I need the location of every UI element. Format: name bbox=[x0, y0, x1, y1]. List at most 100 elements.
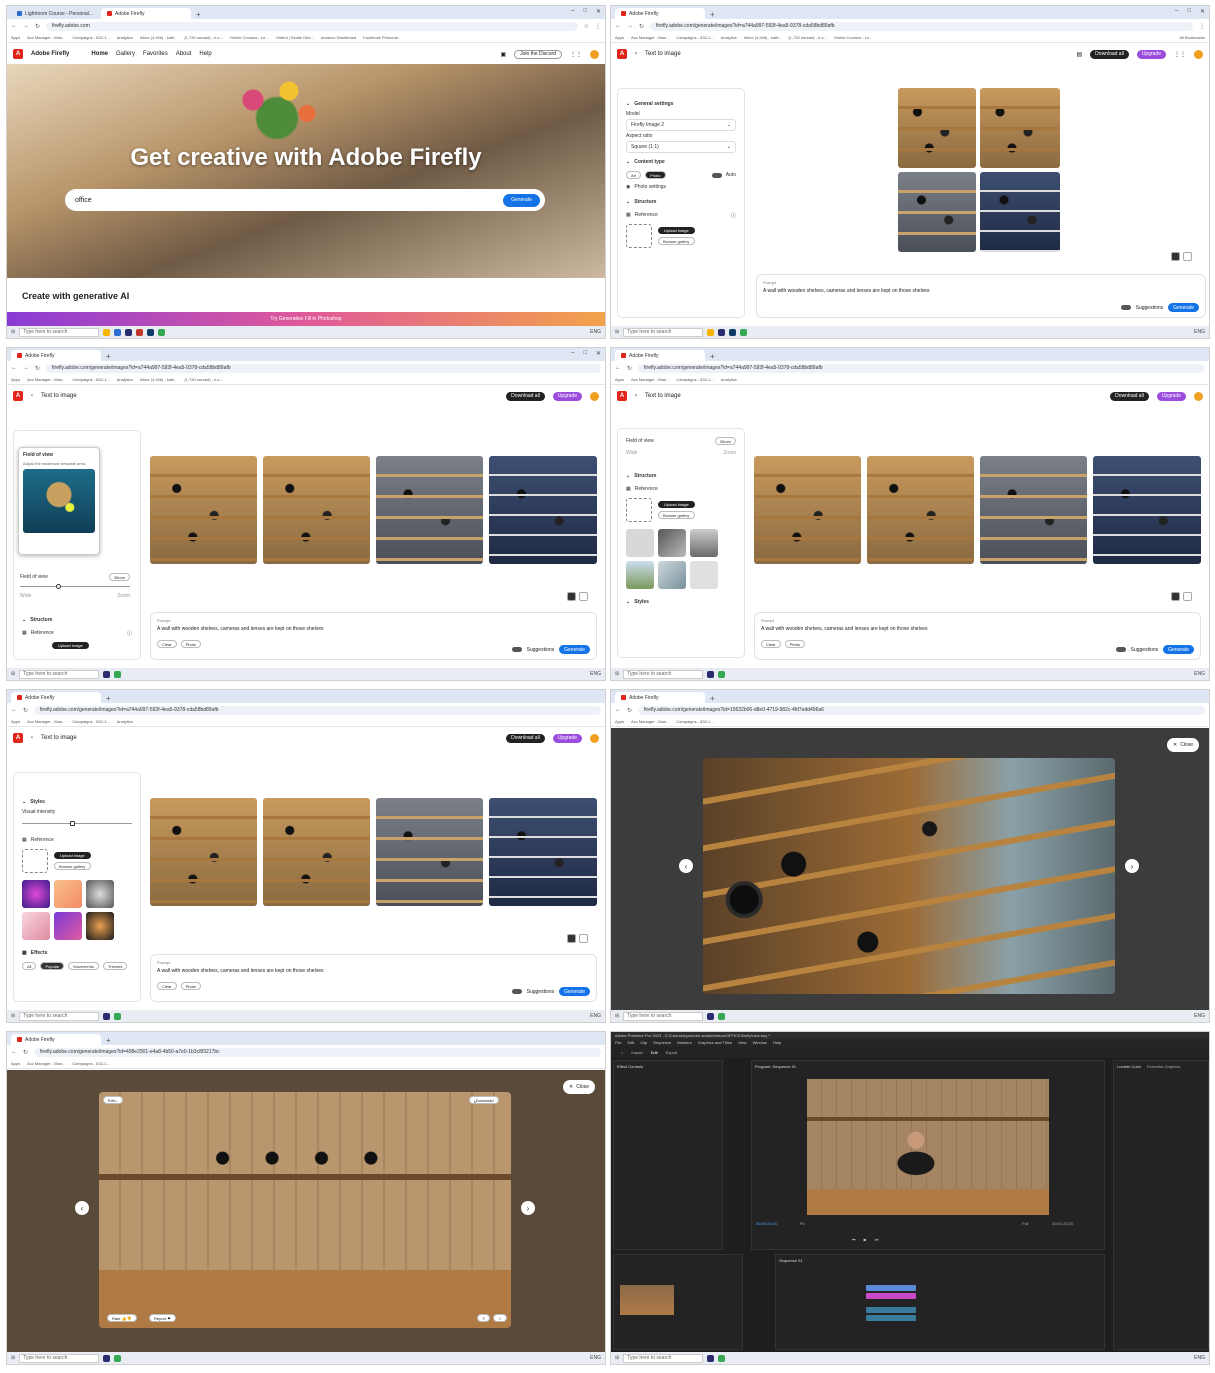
bookmark-item[interactable]: Ontent | Kindle Dire... bbox=[276, 35, 314, 40]
close-icon[interactable]: ✕ bbox=[596, 350, 601, 357]
taskbar-language[interactable]: ENG bbox=[590, 329, 601, 335]
record-icon[interactable] bbox=[136, 328, 144, 336]
favorite-icon[interactable]: ☆ bbox=[493, 1314, 507, 1322]
apps-grid-icon[interactable]: ⋮⋮ bbox=[570, 51, 582, 58]
nav-home[interactable]: Home bbox=[91, 51, 108, 57]
previous-arrow-icon[interactable]: ‹ bbox=[679, 859, 693, 873]
upgrade-button[interactable]: Upgrade bbox=[552, 391, 582, 401]
windows-start-icon[interactable]: ⊞ bbox=[615, 1013, 619, 1019]
prompt-textarea[interactable]: A wall with wooden shelves, cameras and … bbox=[763, 288, 1199, 294]
join-discord-button[interactable]: Join the Discord bbox=[514, 49, 562, 59]
gallery-thumb[interactable] bbox=[658, 529, 686, 557]
info-icon[interactable]: ⓘ bbox=[731, 212, 736, 219]
close-button[interactable]: ✕ Close bbox=[563, 1080, 595, 1094]
taskbar-language[interactable]: ENG bbox=[1194, 1013, 1205, 1019]
styles-header[interactable]: ⌄ Styles bbox=[22, 799, 132, 805]
new-tab-button[interactable]: + bbox=[101, 694, 116, 703]
taskbar-search[interactable]: Type here to search bbox=[623, 1011, 704, 1021]
generated-image-3[interactable] bbox=[376, 798, 483, 906]
share-icon[interactable]: ⇪ bbox=[477, 1314, 491, 1322]
taskbar-search[interactable]: Type here to search bbox=[19, 1353, 100, 1363]
grid-view-icon[interactable] bbox=[1171, 252, 1180, 261]
menu-dots-icon[interactable]: ⋮ bbox=[595, 23, 601, 30]
windows-start-icon[interactable]: ⊞ bbox=[11, 1355, 15, 1361]
suggestions-toggle[interactable] bbox=[1115, 647, 1126, 652]
visual-intensity-slider[interactable] bbox=[22, 821, 132, 826]
bookmark-item[interactable]: (1,730 unread) - b.s... bbox=[184, 377, 222, 382]
bookmark-item[interactable]: Amazon Dashboard bbox=[321, 35, 356, 40]
reload-icon[interactable]: ↻ bbox=[35, 365, 40, 372]
new-tab-button[interactable]: + bbox=[705, 694, 720, 703]
upload-image-button[interactable]: Upload image bbox=[52, 641, 89, 649]
windows-start-icon[interactable]: ⊞ bbox=[11, 1013, 15, 1019]
single-view-icon[interactable] bbox=[1183, 252, 1192, 261]
bookmark-item[interactable]: Campaigns - 632-1... bbox=[72, 719, 109, 724]
bookmark-item[interactable]: Inbox (4,946) - kalit... bbox=[140, 377, 178, 382]
forward-icon[interactable]: → bbox=[23, 23, 29, 29]
upgrade-button[interactable]: Upgrade bbox=[1156, 391, 1186, 401]
nav-about[interactable]: About bbox=[176, 51, 192, 57]
download-all-button[interactable]: Download all bbox=[1110, 391, 1149, 401]
windows-start-icon[interactable]: ⊞ bbox=[11, 671, 15, 677]
chrome-icon[interactable] bbox=[158, 328, 166, 336]
aspect-ratio-select[interactable]: Square (1:1) ⌄ bbox=[626, 141, 736, 153]
general-settings-header[interactable]: ⌄ General settings bbox=[626, 101, 736, 107]
generate-button[interactable]: Generate bbox=[1163, 645, 1194, 654]
photo-settings-row[interactable]: ◉ Photo settings bbox=[626, 181, 736, 193]
bookmark-item[interactable]: Acc Manager - Man... bbox=[27, 377, 65, 382]
workspace-edit[interactable]: Edit bbox=[651, 1050, 658, 1055]
bookmark-item[interactable]: Acc Manager - Man... bbox=[631, 719, 669, 724]
address-bar[interactable]: firefly.adobe.com/generate/images?id=a74… bbox=[46, 363, 601, 373]
suggestions-toggle[interactable] bbox=[511, 989, 522, 994]
effects-tab-popular[interactable]: Popular bbox=[40, 962, 65, 970]
menu-help[interactable]: Help bbox=[773, 1040, 781, 1045]
text-to-image-link[interactable]: Text to image bbox=[645, 393, 681, 399]
effects-tab-movements[interactable]: Movements bbox=[68, 962, 99, 970]
slider-thumb[interactable] bbox=[70, 821, 75, 826]
styles-header[interactable]: ⌄ Styles bbox=[626, 599, 736, 605]
upload-image-button[interactable]: Upload image bbox=[658, 227, 695, 234]
bookmark-item[interactable]: Analytics bbox=[721, 35, 737, 40]
bookmark-item[interactable]: Apps bbox=[11, 719, 20, 724]
back-chevron-icon[interactable]: ‹ bbox=[31, 735, 33, 741]
windows-start-icon[interactable]: ⊞ bbox=[11, 329, 15, 335]
structure-header[interactable]: ⌄ Structure bbox=[22, 617, 132, 623]
address-bar[interactable]: firefly.adobe.com bbox=[46, 21, 578, 31]
taskbar-language[interactable]: ENG bbox=[1194, 671, 1205, 677]
lumetri-tab[interactable]: Lumetri Color bbox=[1117, 1064, 1141, 1069]
reload-icon[interactable]: ↻ bbox=[35, 23, 40, 30]
bookmark-item[interactable]: Campaigns - 632-1... bbox=[72, 377, 109, 382]
reference-row[interactable]: ▦ Reference bbox=[626, 483, 736, 495]
effects-header[interactable]: ▦ Effects bbox=[22, 950, 132, 956]
browse-gallery-button[interactable]: Browse gallery bbox=[658, 237, 695, 245]
taskbar-language[interactable]: ENG bbox=[590, 1013, 601, 1019]
step-forward-icon[interactable]: ⏭ bbox=[875, 1237, 879, 1242]
generated-image-4[interactable] bbox=[1093, 456, 1201, 564]
file-explorer-icon[interactable] bbox=[707, 328, 715, 336]
generated-image-2[interactable] bbox=[867, 456, 974, 564]
back-icon[interactable]: ← bbox=[11, 365, 17, 371]
close-icon[interactable]: ✕ bbox=[596, 8, 601, 15]
star-icon[interactable]: ☆ bbox=[584, 23, 589, 30]
menu-markers[interactable]: Markers bbox=[677, 1040, 691, 1045]
bookmark-item[interactable]: Acc Manager - Man... bbox=[27, 35, 65, 40]
close-icon[interactable]: ✕ bbox=[1200, 8, 1205, 15]
back-icon[interactable]: ← bbox=[11, 23, 17, 29]
menu-graphics[interactable]: Graphics and Titles bbox=[698, 1040, 732, 1045]
bookmark-item[interactable]: Analytics bbox=[117, 719, 133, 724]
bookmark-item[interactable]: Campaigns - 632-1... bbox=[676, 719, 713, 724]
generated-image-1[interactable] bbox=[150, 456, 257, 564]
chrome-icon[interactable] bbox=[718, 1012, 726, 1020]
browser-tab-active[interactable]: Adobe Firefly bbox=[615, 692, 705, 703]
gallery-thumb[interactable] bbox=[658, 561, 686, 589]
windows-start-icon[interactable]: ⊞ bbox=[615, 1355, 619, 1361]
fov-value-input[interactable]: 35mm bbox=[108, 573, 130, 581]
style-thumb[interactable] bbox=[22, 880, 50, 908]
reload-icon[interactable]: ↻ bbox=[627, 365, 632, 372]
maximize-icon[interactable]: □ bbox=[583, 350, 587, 357]
art-button[interactable]: Art bbox=[626, 171, 642, 179]
workspace-export[interactable]: Export bbox=[666, 1050, 678, 1055]
generate-button[interactable]: Generate bbox=[559, 645, 590, 654]
windows-start-icon[interactable]: ⊞ bbox=[615, 329, 619, 335]
photoshop-icon[interactable] bbox=[147, 328, 155, 336]
